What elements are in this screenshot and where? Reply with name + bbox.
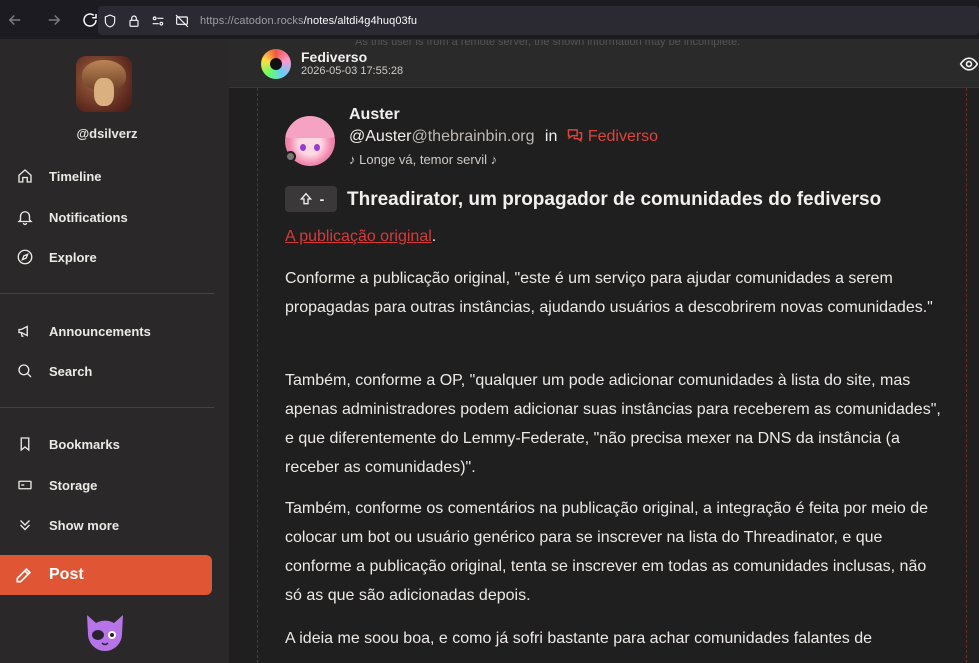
- author-host[interactable]: @thebrainbin.org: [411, 128, 534, 145]
- sidebar-item-show-more[interactable]: Show more: [0, 507, 214, 543]
- author-username[interactable]: @Auster: [349, 128, 411, 145]
- note-timestamp: 2026-05-03 17:55:28: [301, 65, 404, 77]
- sidebar-item-label: Show more: [49, 517, 120, 533]
- sidebar-divider: [0, 407, 214, 408]
- avatar-art: [285, 116, 335, 138]
- search-icon: [18, 364, 32, 378]
- lock-icon[interactable]: [122, 10, 146, 32]
- author-name[interactable]: Auster: [349, 106, 400, 124]
- sidebar-item-announcements[interactable]: Announcements: [0, 313, 214, 349]
- vote-count: -: [319, 191, 325, 207]
- channel-icon: [566, 127, 584, 143]
- remote-user-notice: As this user is from a remote server, th…: [355, 40, 741, 48]
- thread-guide-line: [966, 88, 967, 663]
- user-avatar[interactable]: [76, 56, 132, 112]
- post-paragraph: A ideia me soou boa, e como já sofri bas…: [285, 630, 873, 647]
- arrow-left-icon: [8, 14, 21, 25]
- sidebar-item-label: Search: [49, 363, 93, 379]
- bell-icon: [17, 211, 33, 226]
- url-bar[interactable]: https://catodon.rocks/notes/altdi4g4huq0…: [98, 6, 979, 35]
- shield-icon[interactable]: [98, 10, 122, 32]
- avatar-art-eye: [300, 144, 306, 151]
- arrow-right-icon: [48, 14, 61, 25]
- author-bio: ♪ Longe vá, temor servil ♪: [349, 152, 498, 167]
- bookmark-icon: [20, 437, 30, 452]
- original-post-line: A publicação original.: [285, 222, 945, 251]
- sidebar-item-label: Explore: [49, 249, 97, 265]
- post-title: Threadirator, um propagador de comunidad…: [347, 189, 882, 210]
- sidebar-item-timeline[interactable]: Timeline: [0, 158, 214, 194]
- arrow-up-icon: [299, 192, 312, 205]
- sidebar-item-bookmarks[interactable]: Bookmarks: [0, 426, 214, 462]
- sidebar-divider: [0, 293, 214, 294]
- back-button[interactable]: [0, 5, 30, 35]
- sidebar-item-label: Storage: [49, 477, 98, 493]
- sidebar-item-label: Bookmarks: [49, 436, 120, 452]
- post-button[interactable]: Post: [0, 555, 212, 595]
- pencil-icon: [16, 567, 32, 583]
- original-post-link[interactable]: A publicação original: [285, 228, 432, 245]
- online-status-dot: [285, 151, 296, 162]
- visibility-toggle[interactable]: [959, 54, 979, 74]
- in-label: in: [544, 128, 558, 145]
- eye-icon: [959, 57, 979, 71]
- author-handle-line: @Auster@thebrainbin.org in Fediverso: [349, 127, 658, 146]
- sidebar: @dsilverz Timeline Notifications Explore…: [0, 40, 229, 663]
- sidebar-item-label: Announcements: [49, 323, 151, 339]
- browser-toolbar: https://catodon.rocks/notes/altdi4g4huq0…: [0, 0, 979, 40]
- vote-badge[interactable]: -: [285, 186, 337, 212]
- catodon-logo[interactable]: [82, 610, 128, 656]
- forward-button[interactable]: [39, 5, 69, 35]
- link-suffix: .: [431, 228, 437, 245]
- tracking-blocked-icon[interactable]: [170, 10, 194, 32]
- post-paragraph: Conforme a publicação original, "este é …: [285, 270, 933, 316]
- channel-name[interactable]: Fediverso: [301, 49, 367, 65]
- url-text: https://catodon.rocks/notes/altdi4g4huq0…: [200, 14, 418, 27]
- channel-avatar[interactable]: [261, 49, 291, 79]
- avatar-art-figure: [94, 78, 114, 106]
- note-view: As this user is from a remote server, th…: [229, 40, 979, 663]
- note-header: As this user is from a remote server, th…: [229, 40, 979, 88]
- drive-icon: [18, 480, 32, 490]
- post-paragraph: Também, conforme a OP, "qualquer um pode…: [285, 372, 941, 476]
- permissions-icon[interactable]: [146, 10, 170, 32]
- sidebar-item-label: Timeline: [49, 168, 102, 184]
- post-button-label: Post: [49, 566, 84, 583]
- sidebar-item-storage[interactable]: Storage: [0, 467, 214, 503]
- sidebar-item-explore[interactable]: Explore: [0, 239, 214, 275]
- channel-link[interactable]: Fediverso: [588, 128, 658, 145]
- user-handle[interactable]: @dsilverz: [0, 126, 214, 141]
- thread-guide-line: [257, 88, 258, 663]
- sidebar-item-notifications[interactable]: Notifications: [0, 199, 214, 235]
- reload-icon: [83, 12, 97, 27]
- home-icon: [18, 169, 32, 183]
- sidebar-item-search[interactable]: Search: [0, 353, 214, 389]
- avatar-art-eye: [314, 144, 320, 151]
- compass-icon: [17, 249, 33, 265]
- chevrons-down-icon: [20, 520, 30, 531]
- megaphone-icon: [18, 325, 28, 337]
- sidebar-item-label: Notifications: [49, 209, 128, 225]
- post-paragraph: Também, conforme os comentários na publi…: [285, 500, 929, 604]
